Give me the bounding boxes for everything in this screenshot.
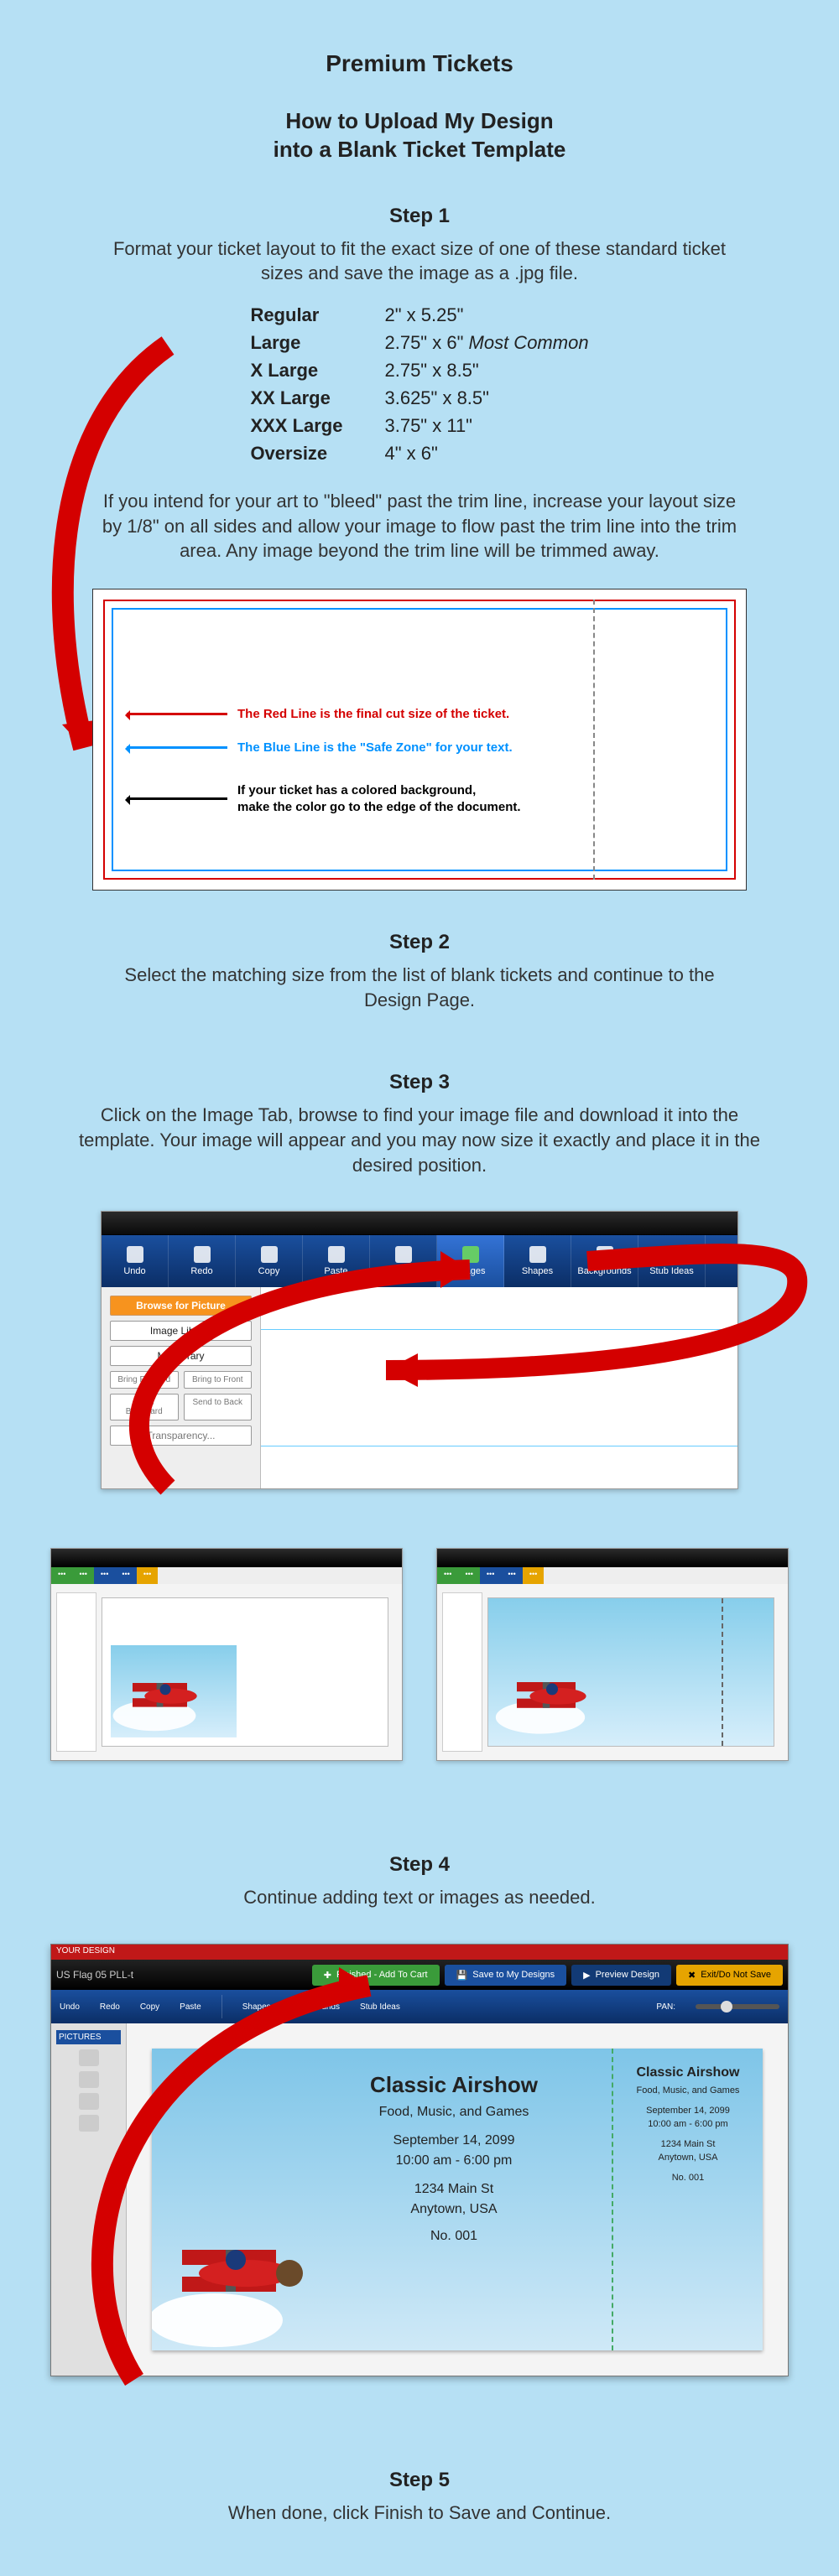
- size-name: Oversize: [250, 439, 342, 467]
- subtitle-line-2: into a Blank Ticket Template: [274, 137, 566, 162]
- size-dim: 2.75" x 6" Most Common: [384, 329, 588, 356]
- sidebar-heading: PICTURES: [56, 2030, 121, 2044]
- ticket-addr2: Anytown, USA: [320, 2202, 588, 2217]
- step4-heading: Step 4: [34, 1853, 805, 1877]
- biplane-icon: [493, 1647, 611, 1741]
- stub-number: No. 001: [625, 2173, 751, 2183]
- size-table: Regular Large X Large XX Large XXX Large…: [34, 301, 805, 467]
- stub-date: September 14, 2099: [625, 2106, 751, 2116]
- pan-label: PAN:: [656, 2002, 675, 2012]
- editor-screenshot: Undo Redo Copy Paste Delete Images Shape…: [101, 1211, 738, 1489]
- image-side-panel: Browse for Picture Image Library My Libr…: [102, 1287, 261, 1488]
- perforation-line: [593, 600, 595, 880]
- step3-body: Click on the Image Tab, browse to find y…: [34, 1103, 805, 1177]
- bring-to-front-button[interactable]: Bring to Front: [184, 1371, 253, 1389]
- size-dim: 3.625" x 8.5": [384, 384, 588, 412]
- preview-before: •••••••••••••••: [50, 1548, 403, 1761]
- copy-button[interactable]: Copy: [140, 2002, 159, 2012]
- diag-bg-label: If your ticket has a colored background,…: [237, 782, 521, 815]
- biplane-icon: [111, 1650, 220, 1737]
- layer-icon[interactable]: [79, 2071, 99, 2088]
- zoom-slider[interactable]: [696, 2004, 779, 2009]
- step5-body: When done, click Finish to Save and Cont…: [34, 2501, 805, 2526]
- stub-addr1: 1234 Main St: [625, 2139, 751, 2149]
- paste-button[interactable]: Paste: [303, 1235, 370, 1287]
- size-name: Large: [250, 329, 342, 356]
- exit-button[interactable]: ✖ Exit/Do Not Save: [676, 1965, 783, 1986]
- window-titlebar: [102, 1212, 737, 1235]
- page-subtitle: How to Upload My Design into a Blank Tic…: [34, 107, 805, 164]
- size-name: Regular: [250, 301, 342, 329]
- biplane-icon: [152, 2199, 320, 2350]
- ticket-subtitle: Food, Music, and Games: [320, 2105, 588, 2120]
- stub-addr2: Anytown, USA: [625, 2153, 751, 2163]
- size-name: XX Large: [250, 384, 342, 412]
- preview-after: •••••••••••••••: [436, 1548, 789, 1761]
- images-tab[interactable]: Images: [437, 1235, 504, 1287]
- bring-forward-button[interactable]: Bring Forward: [110, 1371, 179, 1389]
- size-dim: 2" x 5.25": [384, 301, 588, 329]
- step1-heading: Step 1: [34, 205, 805, 228]
- send-backward-button[interactable]: Send Backward: [110, 1394, 179, 1420]
- preview-button[interactable]: ▶ Preview Design: [571, 1965, 671, 1986]
- step4-body: Continue adding text or images as needed…: [34, 1885, 805, 1910]
- subtitle-line-1: How to Upload My Design: [285, 108, 553, 133]
- step5-heading: Step 5: [34, 2469, 805, 2492]
- page-title: Premium Tickets: [34, 50, 805, 77]
- layer-icon[interactable]: [79, 2115, 99, 2132]
- send-to-back-button[interactable]: Send to Back: [184, 1394, 253, 1420]
- backgrounds-tab[interactable]: Backgrounds: [291, 2002, 340, 2012]
- size-dim: 4" x 6": [384, 439, 588, 467]
- layer-icon[interactable]: [79, 2049, 99, 2066]
- step2-heading: Step 2: [34, 931, 805, 954]
- diag-red-label: The Red Line is the final cut size of th…: [237, 707, 509, 721]
- transparency-button[interactable]: Transparency...: [110, 1426, 252, 1446]
- undo-button[interactable]: Undo: [102, 1235, 169, 1287]
- ticket-date: September 14, 2099: [320, 2133, 588, 2148]
- file-label: US Flag 05 PLL-t: [56, 1969, 133, 1981]
- backgrounds-tab[interactable]: Backgrounds: [571, 1235, 638, 1287]
- redo-button[interactable]: Redo: [100, 2002, 120, 2012]
- shapes-tab[interactable]: Shapes: [242, 2002, 271, 2012]
- size-dim: 3.75" x 11": [384, 412, 588, 439]
- browse-picture-button[interactable]: Browse for Picture: [110, 1296, 252, 1316]
- save-designs-button[interactable]: 💾 Save to My Designs: [445, 1965, 567, 1986]
- pictures-sidebar: PICTURES: [51, 2023, 127, 2376]
- stub-ideas-tab[interactable]: Stub Ideas: [360, 2002, 400, 2012]
- editor-canvas[interactable]: [261, 1287, 737, 1488]
- safe-zone-line: [112, 608, 727, 871]
- undo-button[interactable]: Undo: [60, 2002, 80, 2012]
- stub-ideas-tab[interactable]: Stub Ideas: [638, 1235, 706, 1287]
- size-dim: 2.75" x 8.5": [384, 356, 588, 384]
- finish-button[interactable]: ✚ Finished - Add To Cart: [312, 1965, 440, 1986]
- stub-subtitle: Food, Music, and Games: [625, 2085, 751, 2096]
- step3-heading: Step 3: [34, 1071, 805, 1094]
- delete-button[interactable]: Delete: [370, 1235, 437, 1287]
- image-library-button[interactable]: Image Library: [110, 1321, 252, 1341]
- ticket-time: 10:00 am - 6:00 pm: [320, 2153, 588, 2168]
- redo-button[interactable]: Redo: [169, 1235, 236, 1287]
- step2-body: Select the matching size from the list o…: [34, 963, 805, 1012]
- diag-blue-label: The Blue Line is the "Safe Zone" for you…: [237, 740, 513, 755]
- shapes-tab[interactable]: Shapes: [504, 1235, 571, 1287]
- size-name: X Large: [250, 356, 342, 384]
- ticket-number: No. 001: [320, 2229, 588, 2244]
- step1-body: Format your ticket layout to fit the exa…: [34, 236, 805, 286]
- size-name: XXX Large: [250, 412, 342, 439]
- copy-button[interactable]: Copy: [236, 1235, 303, 1287]
- stub-title: Classic Airshow: [625, 2065, 751, 2080]
- layer-icon[interactable]: [79, 2093, 99, 2110]
- editor-toolbar: Undo Redo Copy Paste Delete Images Shape…: [102, 1235, 737, 1287]
- ticket-addr1: 1234 Main St: [320, 2182, 588, 2197]
- editor-large-screenshot: YOUR DESIGN US Flag 05 PLL-t ✚ Finished …: [50, 1944, 789, 2376]
- trim-diagram: The Red Line is the final cut size of th…: [92, 589, 747, 891]
- ticket-preview: Classic Airshow Food, Music, and Games S…: [152, 2049, 763, 2350]
- bleed-note: If you intend for your art to "bleed" pa…: [34, 489, 805, 564]
- ticket-title: Classic Airshow: [320, 2072, 588, 2098]
- paste-button[interactable]: Paste: [180, 2002, 201, 2012]
- my-library-button[interactable]: My Library: [110, 1346, 252, 1366]
- stub-time: 10:00 am - 6:00 pm: [625, 2119, 751, 2129]
